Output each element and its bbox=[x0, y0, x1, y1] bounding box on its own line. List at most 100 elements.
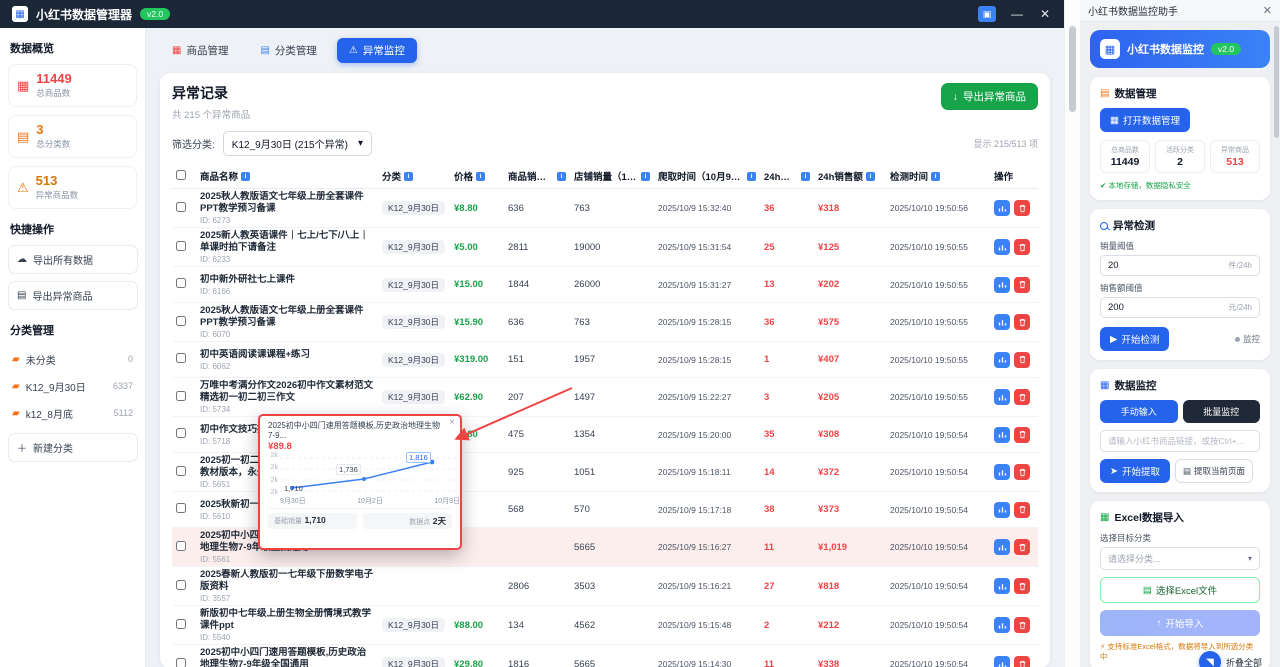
tab-anomaly-monitor[interactable]: ⚠ 异常监控 bbox=[337, 38, 417, 63]
monitor-toggle[interactable]: 监控 bbox=[1235, 333, 1260, 345]
delete-button[interactable] bbox=[1014, 427, 1030, 443]
view-chart-button[interactable] bbox=[994, 578, 1010, 594]
row-checkbox[interactable] bbox=[176, 202, 186, 212]
main-scrollbar[interactable] bbox=[1064, 0, 1080, 667]
info-icon[interactable]: i bbox=[557, 172, 566, 181]
delete-button[interactable] bbox=[1014, 352, 1030, 368]
table-row[interactable]: 2025新人教英语课件｜七上/七下/八上｜单课时拍下请备注 ID: 6233 K… bbox=[172, 228, 1038, 267]
start-extract-button[interactable]: ➤ 开始提取 bbox=[1100, 459, 1170, 483]
table-row[interactable]: 万唯中考满分作文2026初中作文素材范文精选初一初二初三作文 ID: 5734 … bbox=[172, 378, 1038, 417]
row-checkbox[interactable] bbox=[176, 541, 186, 551]
delete-button[interactable] bbox=[1014, 239, 1030, 255]
info-icon[interactable]: i bbox=[404, 172, 413, 181]
view-chart-button[interactable] bbox=[994, 200, 1010, 216]
row-checkbox[interactable] bbox=[176, 391, 186, 401]
category-item-k12-aug[interactable]: ▰ k12_8月底 5112 bbox=[0, 400, 145, 427]
row-checkbox[interactable] bbox=[176, 580, 186, 590]
tab-category-mgmt[interactable]: ▤ 分类管理 bbox=[248, 38, 328, 63]
panel-toggle-icon[interactable]: ▣ bbox=[978, 6, 996, 22]
view-chart-button[interactable] bbox=[994, 389, 1010, 405]
column-header[interactable]: 分类 i bbox=[378, 164, 450, 189]
table-row[interactable]: 新版初中七年级上册生物全册情境式教学课件ppt ID: 5540 K12_9月3… bbox=[172, 606, 1038, 645]
table-row[interactable]: 初中英语阅读课课程+练习 ID: 6062 K12_9月30日 ¥319.00 … bbox=[172, 342, 1038, 378]
table-row[interactable]: 2025初中小四门速用答题模板,历史政治地理生物7-9年级全国通用 ID: 54… bbox=[172, 645, 1038, 667]
column-header[interactable]: 店铺销量（10月9日） i bbox=[570, 164, 654, 189]
export-anomaly-button[interactable]: ▤ 导出异常商品 bbox=[8, 281, 138, 310]
delete-button[interactable] bbox=[1014, 578, 1030, 594]
view-chart-button[interactable] bbox=[994, 502, 1010, 518]
export-all-button[interactable]: ☁ 导出所有数据 bbox=[8, 245, 138, 274]
row-checkbox[interactable] bbox=[176, 619, 186, 629]
delete-button[interactable] bbox=[1014, 539, 1030, 555]
row-checkbox[interactable] bbox=[176, 503, 186, 513]
row-checkbox[interactable] bbox=[176, 466, 186, 476]
open-data-mgmt-button[interactable]: ▦ 打开数据管理 bbox=[1100, 108, 1190, 132]
category-item-k12-0930[interactable]: ▰ K12_9月30日 6337 bbox=[0, 373, 145, 400]
choose-excel-button[interactable]: ▤ 选择Excel文件 bbox=[1100, 577, 1260, 603]
tab-batch-monitor[interactable]: 批量监控 bbox=[1183, 400, 1261, 423]
category-filter-select[interactable]: K12_9月30日 (215个异常) ▾ bbox=[223, 131, 372, 156]
delete-button[interactable] bbox=[1014, 502, 1030, 518]
table-row[interactable]: 2025秋人教版语文七年级上册全套课件PPT教学预习备课 ID: 6070 K1… bbox=[172, 303, 1038, 342]
column-header[interactable]: 24h销量 i bbox=[760, 164, 814, 189]
table-row[interactable]: 初中新外研社七上课件 ID: 6166 K12_9月30日 ¥15.00 184… bbox=[172, 267, 1038, 303]
row-checkbox[interactable] bbox=[176, 353, 186, 363]
column-header[interactable]: 操作 i bbox=[990, 164, 1038, 189]
table-row[interactable]: 2025春新人教版初一七年级下册数学电子版资料 ID: 3557 2806 35… bbox=[172, 567, 1038, 606]
delete-button[interactable] bbox=[1014, 277, 1030, 293]
delete-button[interactable] bbox=[1014, 314, 1030, 330]
tab-manual-input[interactable]: 手动输入 bbox=[1100, 400, 1178, 423]
select-all-checkbox[interactable] bbox=[176, 170, 186, 180]
info-icon[interactable]: i bbox=[476, 172, 485, 181]
view-chart-button[interactable] bbox=[994, 314, 1010, 330]
collapse-widget[interactable]: ◥ 折叠全部 bbox=[1199, 651, 1262, 667]
info-icon[interactable]: i bbox=[931, 172, 940, 181]
product-link-input[interactable] bbox=[1100, 430, 1260, 452]
view-chart-button[interactable] bbox=[994, 617, 1010, 633]
row-checkbox[interactable] bbox=[176, 316, 186, 326]
info-icon[interactable]: i bbox=[241, 172, 250, 181]
delete-button[interactable] bbox=[1014, 656, 1030, 667]
assistant-close-icon[interactable]: ✕ bbox=[1263, 4, 1272, 17]
new-category-button[interactable]: ＋ 新建分类 bbox=[8, 433, 138, 462]
column-header[interactable]: 商品名称 i bbox=[196, 164, 378, 189]
export-anomaly-products-button[interactable]: ↓ 导出异常商品 bbox=[941, 83, 1038, 110]
info-icon[interactable]: i bbox=[866, 172, 875, 181]
table-row[interactable]: 2025秋人教版语文七年级上册全套课件PPT教学预习备课 ID: 6273 K1… bbox=[172, 189, 1038, 228]
row-checkbox[interactable] bbox=[176, 278, 186, 288]
extract-page-button[interactable]: ▤ 提取当前页面 bbox=[1175, 459, 1253, 483]
delete-button[interactable] bbox=[1014, 389, 1030, 405]
minimize-icon[interactable]: — bbox=[1010, 7, 1024, 21]
view-chart-button[interactable] bbox=[994, 464, 1010, 480]
sales-threshold-input[interactable] bbox=[1108, 260, 1228, 271]
column-header[interactable]: 商品销量（10月9日） i bbox=[504, 164, 570, 189]
scrollbar-thumb[interactable] bbox=[1069, 26, 1076, 112]
start-detect-button[interactable]: ▶ 开始检测 bbox=[1100, 327, 1169, 351]
info-icon[interactable]: i bbox=[641, 172, 650, 181]
view-chart-button[interactable] bbox=[994, 427, 1010, 443]
popup-close-icon[interactable]: × bbox=[449, 417, 455, 428]
delete-button[interactable] bbox=[1014, 617, 1030, 633]
info-icon[interactable]: i bbox=[747, 172, 756, 181]
column-header[interactable]: 价格 i bbox=[450, 164, 504, 189]
panel-scrollbar-thumb[interactable] bbox=[1274, 26, 1279, 138]
amount-threshold-input[interactable] bbox=[1108, 302, 1228, 313]
view-chart-button[interactable] bbox=[994, 352, 1010, 368]
delete-button[interactable] bbox=[1014, 200, 1030, 216]
info-icon[interactable]: i bbox=[801, 172, 810, 181]
category-item-uncategorized[interactable]: ▰ 未分类 0 bbox=[0, 346, 145, 373]
target-category-select[interactable]: 请选择分类... ▾ bbox=[1100, 547, 1260, 570]
view-chart-button[interactable] bbox=[994, 277, 1010, 293]
column-header[interactable]: 检测时间 i bbox=[886, 164, 990, 189]
row-checkbox[interactable] bbox=[176, 241, 186, 251]
close-icon[interactable]: ✕ bbox=[1038, 7, 1052, 21]
column-header[interactable]: 爬取时间（10月9日） i bbox=[654, 164, 760, 189]
row-checkbox[interactable] bbox=[176, 658, 186, 667]
row-checkbox[interactable] bbox=[176, 428, 186, 438]
view-chart-button[interactable] bbox=[994, 239, 1010, 255]
view-chart-button[interactable] bbox=[994, 656, 1010, 667]
tab-product-mgmt[interactable]: ▦ 商品管理 bbox=[160, 38, 240, 63]
view-chart-button[interactable] bbox=[994, 539, 1010, 555]
start-import-button[interactable]: ↑ 开始导入 bbox=[1100, 610, 1260, 636]
chat-bubble-icon[interactable]: ◥ bbox=[1199, 651, 1221, 667]
